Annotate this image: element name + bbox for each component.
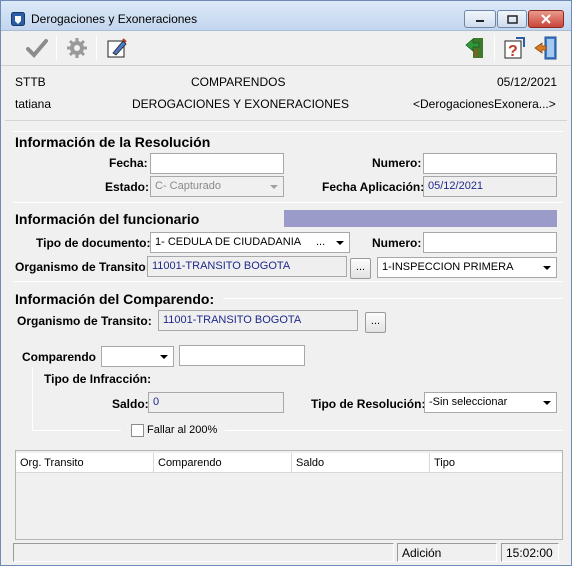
process-button[interactable]: [63, 35, 91, 61]
user-name: tatiana: [15, 97, 52, 111]
tipo-resolucion-label: Tipo de Resolución:: [311, 397, 426, 411]
minimize-icon: [476, 20, 484, 22]
toolbar-separator: [56, 35, 57, 61]
inspeccion-select[interactable]: 1-INSPECCION PRIMERA: [377, 257, 557, 278]
system-code: STTB: [15, 75, 46, 89]
group-border: [32, 430, 121, 431]
divider: [13, 202, 563, 203]
status-message: [13, 543, 394, 562]
gear-icon: [67, 38, 87, 58]
organismo-comparendo-lookup-button[interactable]: ...: [365, 312, 386, 333]
column-header-comparendo[interactable]: Comparendo: [154, 453, 292, 473]
group-border: [32, 367, 33, 430]
group-border: [225, 430, 563, 431]
grid-header: Org. Transito Comparendo Saldo Tipo: [16, 453, 562, 473]
screen-name: DEROGACIONES Y EXONERACIONES: [132, 97, 349, 111]
help-icon: ?: [504, 37, 525, 60]
comparendo-label: Comparendo: [22, 350, 97, 364]
organismo-comparendo-label: Organismo de Transito:: [17, 314, 152, 328]
help-button[interactable]: ?: [501, 35, 529, 61]
status-bar: Adición 15:02:00: [1, 541, 571, 565]
estado-select[interactable]: C- Capturado: [150, 176, 284, 197]
numero-resolucion-field[interactable]: [423, 153, 557, 174]
estado-value: C- Capturado: [155, 180, 222, 192]
chevron-down-icon: [336, 241, 344, 245]
comparendo-section-title: Información del Comparendo:: [15, 291, 215, 307]
back-arrow-icon: [465, 38, 483, 58]
form-header: STTB COMPARENDOS 05/12/2021 tatiana DERO…: [5, 67, 567, 121]
organismo-funcionario-field: 11001-TRANSITO BOGOTA: [147, 256, 347, 277]
minimize-button[interactable]: [464, 10, 496, 28]
comparendos-grid[interactable]: Org. Transito Comparendo Saldo Tipo: [15, 450, 563, 540]
saldo-label: Saldo:: [112, 397, 149, 411]
back-button[interactable]: [461, 35, 489, 61]
tipo-resolucion-value: -Sin seleccionar: [429, 396, 508, 408]
divider: [223, 298, 563, 299]
close-button[interactable]: [528, 10, 564, 28]
chevron-down-icon: [160, 355, 168, 359]
header-date: 05/12/2021: [497, 75, 558, 89]
divider: [13, 281, 563, 282]
resolucion-section-title: Información de la Resolución: [15, 134, 211, 150]
fallar-label: Fallar al 200%: [147, 424, 218, 436]
tipo-resolucion-select[interactable]: -Sin seleccionar: [424, 392, 557, 413]
app-icon: [11, 12, 25, 26]
numero-resolucion-label: Numero:: [372, 156, 422, 170]
form-name: <DerogacionesExonera...>: [413, 97, 556, 111]
toolbar-separator: [96, 35, 97, 61]
exit-door-icon: [534, 36, 557, 60]
close-icon: [541, 14, 551, 24]
tipo-documento-more: ...: [316, 236, 326, 248]
column-header-saldo[interactable]: Saldo: [292, 453, 430, 473]
title-bar[interactable]: Derogaciones y Exoneraciones: [1, 1, 571, 31]
svg-text:?: ?: [508, 43, 518, 60]
numero-funcionario-field[interactable]: [423, 232, 557, 253]
saldo-field: 0: [148, 392, 284, 413]
status-time: 15:02:00: [501, 543, 559, 562]
tipo-infraccion-label: Tipo de Infracción:: [44, 372, 152, 386]
comparendo-type-select[interactable]: [101, 346, 174, 367]
numero-funcionario-label: Numero:: [372, 236, 422, 250]
funcionario-section-title: Información del funcionario: [15, 211, 200, 227]
exit-button[interactable]: [532, 35, 560, 61]
organismo-funcionario-label: Organismo de Transito:: [15, 260, 150, 274]
window-title: Derogaciones y Exoneraciones: [31, 12, 198, 26]
module-name: COMPARENDOS: [191, 75, 286, 89]
comparendo-number-field[interactable]: [179, 345, 305, 366]
fallar-checkbox[interactable]: [131, 424, 144, 437]
chevron-down-icon: [543, 401, 551, 405]
column-header-org-transito[interactable]: Org. Transito: [16, 453, 154, 473]
fecha-field[interactable]: [150, 153, 284, 174]
maximize-icon: [506, 14, 518, 24]
chevron-down-icon: [270, 185, 278, 189]
organismo-funcionario-lookup-button[interactable]: ...: [350, 258, 371, 279]
tipo-documento-value: 1- CEDULA DE CIUDADANIA: [155, 236, 302, 248]
column-header-tipo[interactable]: Tipo: [430, 453, 562, 473]
fecha-label: Fecha:: [109, 156, 148, 170]
inspeccion-value: 1-INSPECCION PRIMERA: [382, 261, 514, 273]
maximize-button[interactable]: [497, 10, 527, 28]
chevron-down-icon: [543, 266, 551, 270]
edit-button[interactable]: [103, 35, 131, 61]
funcionario-header-bar: [284, 210, 557, 227]
accept-button[interactable]: [23, 35, 51, 61]
status-mode: Adición: [397, 543, 497, 562]
toolbar: ?: [1, 31, 571, 66]
main-window: Derogaciones y Exoneraciones ? STTB COMP…: [0, 0, 572, 566]
edit-icon: [107, 38, 127, 58]
tipo-documento-select[interactable]: 1- CEDULA DE CIUDADANIA ...: [150, 232, 350, 253]
toolbar-separator: [494, 35, 495, 61]
fecha-aplicacion-label: Fecha Aplicación:: [322, 180, 425, 194]
fecha-aplicacion-field: 05/12/2021: [423, 176, 557, 197]
estado-label: Estado:: [105, 180, 150, 194]
tipo-documento-label: Tipo de documento:: [36, 236, 151, 250]
organismo-comparendo-field: 11001-TRANSITO BOGOTA: [158, 310, 358, 331]
check-icon: [26, 39, 48, 58]
divider: [13, 131, 563, 132]
